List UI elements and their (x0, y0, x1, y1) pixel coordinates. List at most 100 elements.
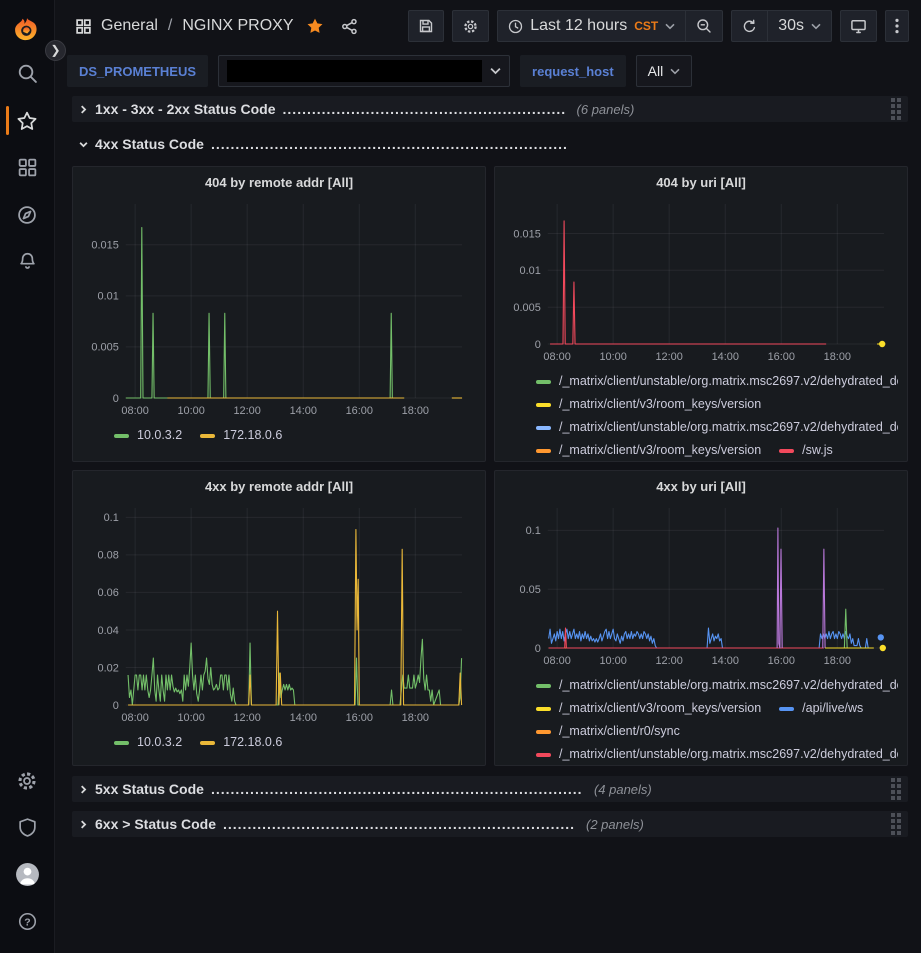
row-header-6xx[interactable]: 6xx > Status Code ......................… (72, 811, 908, 837)
row-title-dots: ........................................… (283, 101, 566, 117)
legend-item[interactable]: /_matrix/client/v3/room_keys/version (536, 697, 761, 720)
refresh-button[interactable] (732, 11, 767, 41)
datasource-variable-label[interactable]: DS_PROMETHEUS (67, 55, 208, 87)
svg-text:08:00: 08:00 (543, 655, 570, 667)
panel-title[interactable]: 404 by remote addr [All] (82, 172, 476, 196)
row-header-5xx[interactable]: 5xx Status Code ........................… (72, 776, 908, 802)
legend-item[interactable]: /_matrix/client/unstable/org.matrix.msc2… (536, 743, 898, 766)
zoom-out-time-button[interactable] (685, 11, 722, 41)
sidebar-item-profile[interactable] (0, 851, 55, 898)
legend-item[interactable]: /_matrix/client/v3/room_keys/version (536, 439, 761, 462)
svg-text:18:00: 18:00 (402, 405, 429, 417)
svg-text:08:00: 08:00 (121, 712, 148, 724)
datasource-variable-select[interactable] (218, 55, 510, 87)
row-drag-handle[interactable] (891, 98, 901, 120)
svg-text:12:00: 12:00 (655, 655, 682, 667)
legend-item[interactable]: /_matrix/client/unstable/org.matrix.msc2… (536, 370, 898, 393)
legend-item[interactable]: 10.0.3.2 (114, 731, 182, 754)
svg-text:0.01: 0.01 (98, 291, 119, 303)
panel-4xx-by-remote-addr: 4xx by remote addr [All] 08:0010:0012:00… (72, 470, 486, 766)
bell-icon (17, 251, 38, 272)
refresh-group: 30s (731, 10, 832, 42)
sidebar-item-help[interactable]: ? (0, 898, 55, 945)
grafana-logo[interactable] (13, 10, 41, 50)
dashboard-submenu: DS_PROMETHEUS request_host All (55, 52, 921, 90)
legend-label: /_matrix/client/unstable/org.matrix.msc2… (559, 674, 898, 697)
sidebar-item-explore[interactable] (0, 191, 55, 238)
series-line (707, 628, 722, 648)
svg-text:16:00: 16:00 (346, 405, 373, 417)
legend-item[interactable]: 10.0.3.2 (114, 424, 182, 447)
panel-4xx-by-uri: 4xx by uri [All] 08:0010:0012:0014:0016:… (494, 470, 908, 766)
chart-canvas[interactable]: 08:0010:0012:0014:0016:0018:0000.0050.01… (504, 196, 898, 366)
legend-item[interactable]: 172.18.0.6 (200, 731, 282, 754)
svg-text:14:00: 14:00 (712, 655, 739, 667)
legend-item[interactable]: /sw.js (779, 439, 833, 462)
dashboards-icon (17, 157, 38, 178)
clock-icon (508, 19, 523, 34)
row-title-dots: ........................................… (223, 816, 575, 832)
sidebar-expand-button[interactable]: ❯ (45, 40, 66, 61)
share-icon[interactable] (341, 18, 358, 35)
panel-404-by-uri: 404 by uri [All] 08:0010:0012:0014:0016:… (494, 166, 908, 462)
svg-text:0.005: 0.005 (91, 342, 118, 354)
breadcrumb-folder[interactable]: General (101, 17, 158, 35)
time-picker-button[interactable]: Last 12 hours CST (498, 11, 685, 41)
row-header-4xx[interactable]: 4xx Status Code ........................… (72, 131, 908, 157)
compass-icon (16, 204, 38, 226)
legend-item[interactable]: /_matrix/client/v3/room_keys/version (536, 393, 761, 416)
dashboard-settings-button[interactable] (452, 10, 489, 42)
svg-text:0.06: 0.06 (98, 587, 119, 599)
time-range-label: Last 12 hours (530, 17, 627, 35)
breadcrumb: General / NGINX PROXY (75, 17, 358, 35)
panel-title[interactable]: 4xx by uri [All] (504, 476, 898, 500)
row-drag-handle[interactable] (891, 778, 901, 800)
kiosk-mode-button[interactable] (840, 10, 877, 42)
svg-text:10:00: 10:00 (177, 712, 204, 724)
sidebar-item-server-admin[interactable] (0, 804, 55, 851)
legend-label: /_matrix/client/r0/sync (559, 720, 680, 743)
row-chevron-icon (79, 140, 88, 149)
save-dashboard-button[interactable] (408, 10, 444, 42)
series-line (823, 549, 825, 648)
sidebar-item-configuration[interactable] (0, 757, 55, 804)
row-header-1xx-3xx-2xx[interactable]: 1xx - 3xx - 2xx Status Code ............… (72, 96, 908, 122)
svg-text:0.015: 0.015 (513, 228, 540, 240)
legend-swatch (536, 753, 551, 757)
more-options-button[interactable] (885, 10, 909, 42)
svg-text:10:00: 10:00 (599, 351, 626, 363)
svg-text:14:00: 14:00 (712, 351, 739, 363)
datasource-value-redacted (227, 60, 482, 82)
refresh-interval-picker[interactable]: 30s (767, 11, 831, 41)
panel-title[interactable]: 404 by uri [All] (504, 172, 898, 196)
search-icon (17, 63, 38, 84)
legend-item[interactable]: /_matrix/client/unstable/org.matrix.msc2… (536, 416, 898, 439)
sidebar-item-dashboards[interactable] (0, 144, 55, 191)
chart-canvas[interactable]: 08:0010:0012:0014:0016:0018:0000.0050.01… (82, 196, 476, 420)
legend-item[interactable]: /_matrix/client/r0/sync (536, 720, 680, 743)
favorite-star-icon[interactable] (306, 17, 324, 35)
chart-canvas[interactable]: 08:0010:0012:0014:0016:0018:0000.020.040… (82, 500, 476, 727)
legend-swatch (536, 403, 551, 407)
panel-legend: /_matrix/client/unstable/org.matrix.msc2… (504, 674, 898, 766)
legend-item[interactable]: /api/live/ws (779, 697, 863, 720)
request-host-variable-label[interactable]: request_host (520, 55, 626, 87)
series-line (128, 530, 462, 705)
request-host-variable-select[interactable]: All (636, 55, 693, 87)
panel-404-by-remote-addr: 404 by remote addr [All] 08:0010:0012:00… (72, 166, 486, 462)
legend-item[interactable]: 172.18.0.6 (200, 424, 282, 447)
row-drag-handle[interactable] (891, 813, 901, 835)
sidebar-item-alerting[interactable] (0, 238, 55, 285)
panel-title[interactable]: 4xx by remote addr [All] (82, 476, 476, 500)
series-point (880, 645, 886, 651)
sidebar-item-starred[interactable] (0, 97, 55, 144)
dashboard-title[interactable]: NGINX PROXY (182, 17, 293, 35)
svg-text:18:00: 18:00 (824, 351, 851, 363)
legend-swatch (536, 730, 551, 734)
svg-text:08:00: 08:00 (543, 351, 570, 363)
dashboard-grid-icon (75, 18, 92, 35)
svg-text:0.04: 0.04 (98, 625, 119, 637)
chart-canvas[interactable]: 08:0010:0012:0014:0016:0018:0000.050.1 (504, 500, 898, 670)
svg-text:0.02: 0.02 (98, 662, 119, 674)
legend-item[interactable]: /_matrix/client/unstable/org.matrix.msc2… (536, 674, 898, 697)
